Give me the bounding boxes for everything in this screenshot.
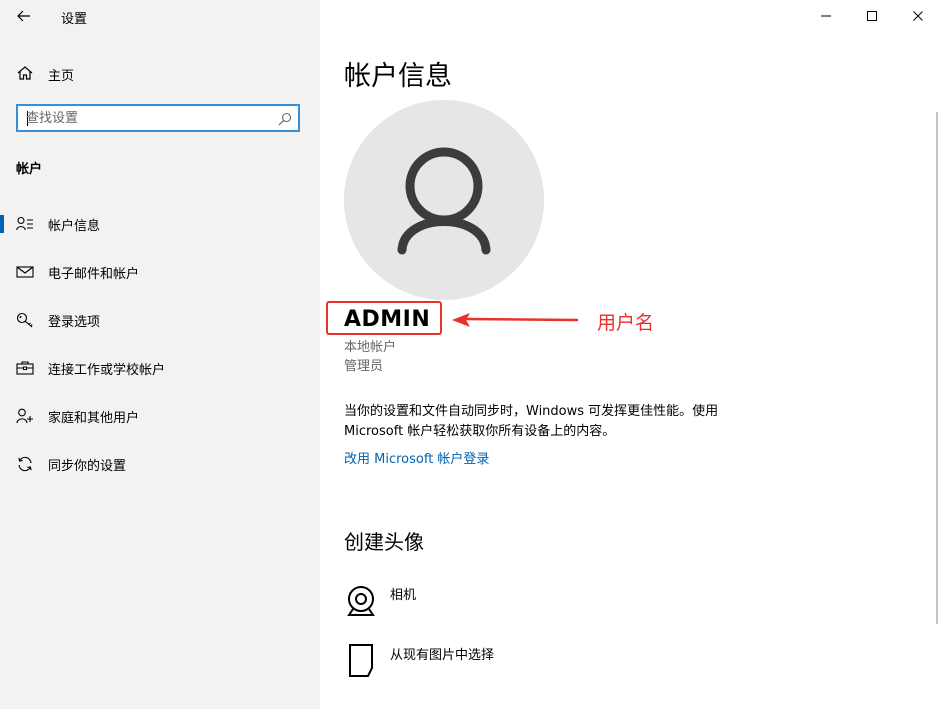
back-button[interactable] bbox=[10, 4, 38, 28]
choose-picture-option[interactable]: 从现有图片中选择 bbox=[344, 642, 544, 678]
home-nav-item[interactable]: 主页 bbox=[0, 58, 320, 88]
sidebar-item-work-school[interactable]: 连接工作或学校帐户 bbox=[0, 350, 320, 386]
sidebar-item-label: 帐户信息 bbox=[48, 219, 101, 234]
sidebar-item-sync[interactable]: 同步你的设置 bbox=[0, 446, 320, 482]
page-title: 帐户信息 bbox=[344, 61, 452, 92]
maximize-button[interactable] bbox=[849, 0, 895, 32]
sidebar-item-family[interactable]: 家庭和其他用户 bbox=[0, 398, 320, 434]
close-button[interactable] bbox=[895, 0, 941, 32]
sidebar-item-label: 连接工作或学校帐户 bbox=[48, 363, 166, 378]
back-arrow-icon bbox=[17, 10, 30, 22]
settings-window: 设置 主页 帐户 帐户信息 bbox=[0, 0, 941, 709]
annotation-arrow-icon bbox=[452, 313, 579, 327]
annotation-label: 用户名 bbox=[597, 312, 655, 334]
active-indicator bbox=[0, 215, 4, 233]
sidebar: 设置 主页 帐户 帐户信息 bbox=[0, 0, 320, 709]
search-input[interactable] bbox=[26, 109, 266, 127]
search-box[interactable] bbox=[16, 104, 300, 132]
briefcase-icon bbox=[16, 361, 34, 375]
search-icon[interactable] bbox=[278, 112, 292, 126]
sync-icon bbox=[18, 456, 32, 472]
account-type: 本地帐户 bbox=[344, 340, 397, 355]
key-icon bbox=[16, 312, 33, 328]
sidebar-item-email[interactable]: 电子邮件和帐户 bbox=[0, 254, 320, 290]
person-add-icon bbox=[16, 408, 33, 424]
scrollbar[interactable] bbox=[936, 112, 938, 624]
account-role: 管理员 bbox=[344, 359, 384, 374]
sidebar-item-label: 电子邮件和帐户 bbox=[48, 267, 140, 282]
user-silhouette-icon bbox=[397, 147, 491, 255]
maximize-icon bbox=[867, 11, 877, 21]
username: ADMIN bbox=[344, 307, 431, 332]
minimize-button[interactable] bbox=[803, 0, 849, 32]
create-avatar-title: 创建头像 bbox=[344, 530, 424, 554]
minimize-icon bbox=[821, 15, 831, 17]
avatar bbox=[344, 100, 544, 300]
picture-icon bbox=[349, 644, 373, 677]
camera-icon bbox=[347, 586, 375, 616]
email-icon bbox=[16, 266, 34, 278]
microsoft-signin-link[interactable]: 改用 Microsoft 帐户登录 bbox=[344, 448, 489, 467]
home-icon bbox=[17, 66, 33, 80]
sidebar-item-account-info[interactable]: 帐户信息 bbox=[0, 206, 320, 242]
camera-option[interactable]: 相机 bbox=[344, 582, 544, 618]
app-title: 设置 bbox=[61, 12, 88, 27]
sidebar-item-label: 家庭和其他用户 bbox=[48, 411, 140, 426]
sidebar-item-sign-in-options[interactable]: 登录选项 bbox=[0, 302, 320, 338]
sync-description: 当你的设置和文件自动同步时，Windows 可发挥更佳性能。使用 Microso… bbox=[344, 404, 719, 439]
section-title: 帐户 bbox=[16, 162, 43, 177]
sidebar-item-label: 登录选项 bbox=[48, 315, 101, 330]
close-icon bbox=[913, 11, 923, 21]
sidebar-item-label: 同步你的设置 bbox=[48, 459, 127, 474]
choose-picture-label: 从现有图片中选择 bbox=[390, 648, 495, 663]
account-info-icon bbox=[16, 216, 33, 231]
camera-option-label: 相机 bbox=[390, 588, 417, 603]
home-label: 主页 bbox=[48, 69, 75, 84]
